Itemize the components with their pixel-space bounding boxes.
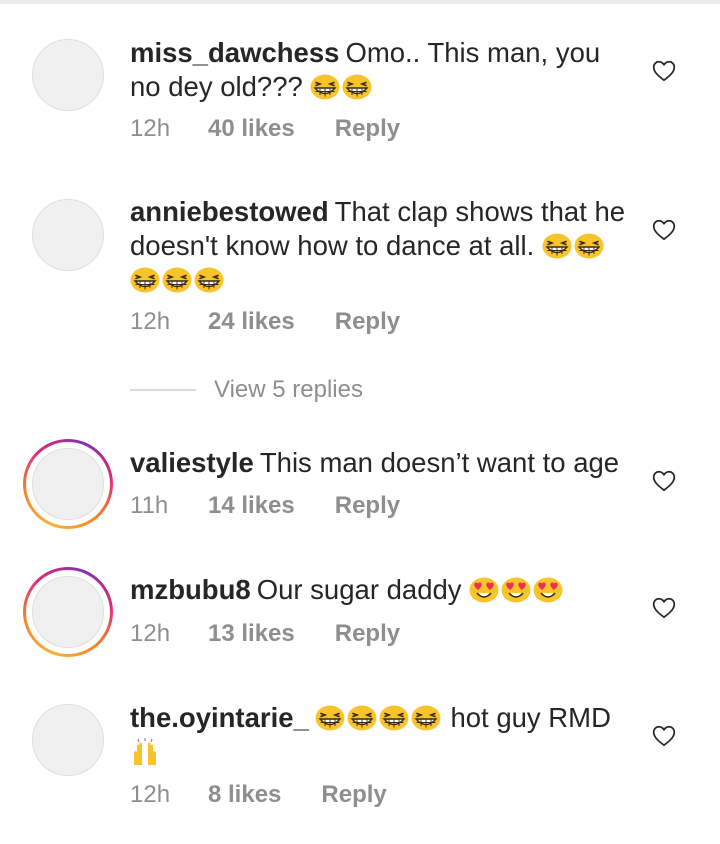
heart-outline-icon[interactable] (651, 723, 677, 749)
comment-username[interactable]: miss_dawchess (130, 37, 339, 68)
reply-button[interactable]: Reply (335, 115, 400, 143)
heart-outline-icon[interactable] (651, 58, 677, 84)
comment-username[interactable]: mzbubu8 (130, 574, 251, 605)
avatar[interactable] (32, 704, 104, 776)
smiling-face-with-heart-eyes-icon (533, 577, 563, 603)
grinning-face-with-squinting-eyes-icon (194, 267, 224, 293)
reply-button[interactable]: Reply (321, 781, 386, 809)
reply-button[interactable]: Reply (335, 308, 400, 336)
comment-time: 12h (130, 781, 171, 808)
comment-body: Omo.. This man, you (345, 37, 601, 68)
smiling-face-with-heart-eyes-icon (501, 577, 531, 603)
comment-text: anniebestowed That clap shows that he doe… (130, 195, 630, 297)
comment-meta: 12h 24 likes Reply (130, 308, 400, 336)
avatar[interactable] (32, 39, 104, 111)
comment-meta: 12h 13 likes Reply (130, 620, 400, 648)
comment-body: Our sugar daddy (256, 574, 462, 605)
replies-divider (130, 389, 196, 391)
grinning-face-with-squinting-eyes-icon (162, 267, 192, 293)
grinning-face-with-squinting-eyes-icon (342, 74, 372, 100)
comment-body: hot guy RMD (450, 702, 611, 733)
comment-meta: 12h 8 likes Reply (130, 781, 387, 809)
comment-body: That clap shows that he (334, 196, 626, 227)
comment-time: 12h (130, 115, 171, 142)
heart-outline-icon[interactable] (651, 595, 677, 621)
comment-username[interactable]: anniebestowed (130, 196, 329, 227)
likes-count[interactable]: 40 likes (208, 115, 295, 143)
likes-count[interactable]: 14 likes (208, 492, 295, 520)
comment-username[interactable]: the.oyintarie_ (130, 702, 309, 733)
grinning-face-with-squinting-eyes-icon (574, 233, 604, 259)
comment-meta: 11h 14 likes Reply (130, 492, 400, 520)
grinning-face-with-squinting-eyes-icon (310, 74, 340, 100)
avatar (32, 576, 104, 648)
grinning-face-with-squinting-eyes-icon (542, 233, 572, 259)
top-divider (0, 0, 720, 4)
comment-body-line2: doesn't know how to dance at all. (130, 230, 535, 261)
comment-time: 12h (130, 308, 171, 335)
grinning-face-with-squinting-eyes-icon (315, 705, 345, 731)
heart-outline-icon[interactable] (651, 217, 677, 243)
view-replies-button[interactable]: View 5 replies (214, 376, 363, 404)
likes-count[interactable]: 13 likes (208, 620, 295, 648)
comment-meta: 12h 40 likes Reply (130, 115, 400, 143)
comment-text: miss_dawchess Omo.. This man, you no dey … (130, 36, 630, 104)
likes-count[interactable]: 8 likes (208, 781, 281, 809)
reply-button[interactable]: Reply (335, 492, 400, 520)
comment-body-line2: no dey old??? (130, 71, 303, 102)
grinning-face-with-squinting-eyes-icon (411, 705, 441, 731)
grinning-face-with-squinting-eyes-icon (130, 267, 160, 293)
raising-hands-icon (130, 737, 160, 767)
comment-time: 11h (130, 492, 169, 519)
avatar (32, 448, 104, 520)
avatar[interactable] (32, 199, 104, 271)
grinning-face-with-squinting-eyes-icon (347, 705, 377, 731)
avatar-story-ring[interactable] (23, 439, 113, 529)
reply-button[interactable]: Reply (335, 620, 400, 648)
smiling-face-with-heart-eyes-icon (469, 577, 499, 603)
comment-text: mzbubu8 Our sugar daddy (130, 573, 630, 607)
comment-body: This man doesn’t want to age (259, 447, 620, 478)
likes-count[interactable]: 24 likes (208, 308, 295, 336)
comment-username[interactable]: valiestyle (130, 447, 254, 478)
comment-time: 12h (130, 620, 171, 647)
avatar-story-ring[interactable] (23, 567, 113, 657)
heart-outline-icon[interactable] (651, 468, 677, 494)
grinning-face-with-squinting-eyes-icon (379, 705, 409, 731)
comment-text: valiestyle This man doesn’t want to age (130, 446, 630, 480)
comment-text: the.oyintarie_ hot guy RMD (130, 701, 630, 769)
